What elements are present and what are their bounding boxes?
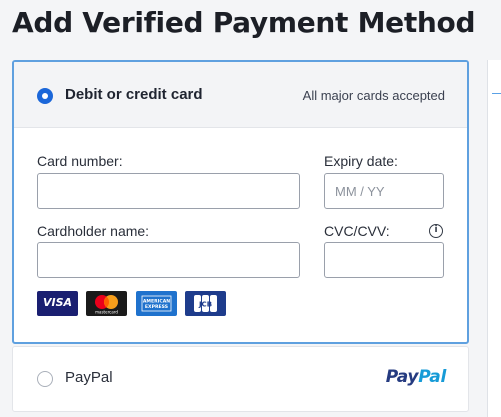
paypal-option-radio[interactable]: [37, 371, 53, 387]
page-title: Add Verified Payment Method: [12, 6, 476, 39]
info-icon[interactable]: i: [429, 224, 443, 238]
cardholder-name-label: Cardholder name:: [37, 223, 150, 239]
card-option-header[interactable]: Debit or credit card All major cards acc…: [14, 62, 467, 128]
visa-logo-icon: VISA: [37, 291, 78, 316]
mastercard-logo-icon: mastercard: [86, 291, 127, 316]
cardholder-name-input[interactable]: [37, 242, 300, 278]
amex-logo-icon: AMERICAN EXPRESS: [136, 291, 177, 316]
adjacent-panel: [487, 60, 501, 417]
expiry-date-input[interactable]: [324, 173, 444, 209]
mastercard-logo-graphic: mastercard: [95, 295, 118, 315]
amex-logo-text-2: EXPRESS: [145, 304, 168, 310]
paypal-payment-option[interactable]: PayPal PayPal: [12, 346, 469, 412]
adjacent-panel-accent: [492, 93, 501, 94]
jcb-logo-text: JCB: [198, 301, 212, 309]
card-number-label: Card number:: [37, 153, 123, 169]
paypal-logo-pal: Pal: [418, 367, 446, 387]
cvc-input[interactable]: [324, 242, 444, 278]
amex-logo-text-1: AMERICAN: [143, 299, 170, 305]
card-option-radio[interactable]: [37, 88, 53, 104]
cards-accepted-note: All major cards accepted: [302, 88, 445, 103]
radio-dot: [42, 93, 48, 99]
visa-logo-text: VISA: [42, 296, 73, 309]
paypal-logo-icon: PayPal: [385, 367, 447, 387]
jcb-logo-icon: JCB: [185, 291, 226, 316]
cvc-label: CVC/CVV:: [324, 223, 390, 239]
paypal-logo-pay: Pay: [385, 367, 419, 387]
jcb-logo-graphic: JCB: [194, 295, 217, 312]
card-number-input[interactable]: [37, 173, 300, 209]
paypal-option-label[interactable]: PayPal: [65, 369, 113, 386]
expiry-date-label: Expiry date:: [324, 153, 398, 169]
card-payment-option[interactable]: Debit or credit card All major cards acc…: [12, 60, 469, 344]
mastercard-logo-text: mastercard: [95, 310, 118, 315]
card-option-label[interactable]: Debit or credit card: [65, 86, 203, 103]
amex-logo-graphic: AMERICAN EXPRESS: [141, 295, 172, 312]
